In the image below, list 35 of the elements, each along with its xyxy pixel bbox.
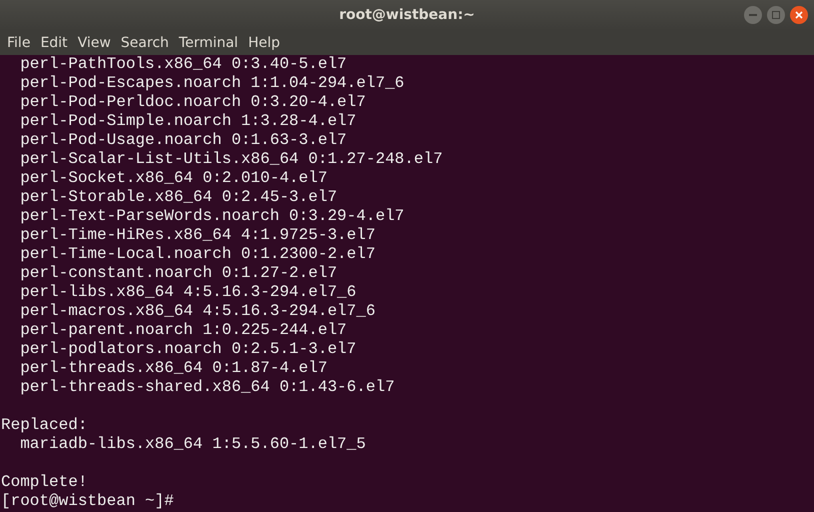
terminal-line: perl-Storable.x86_64 0:2.45-3.el7	[19, 188, 338, 207]
terminal-line: Replaced:	[1, 416, 88, 435]
maximize-icon	[772, 11, 780, 19]
terminal-line: perl-parent.noarch 1:0.225-244.el7	[19, 321, 348, 340]
close-button[interactable]	[790, 6, 808, 24]
terminal-line: perl-PathTools.x86_64 0:3.40-5.el7	[19, 55, 348, 74]
menu-item[interactable]: View	[72, 34, 116, 50]
minimize-icon	[749, 14, 757, 16]
terminal-line: Complete!	[1, 473, 88, 492]
menu-item[interactable]: Help	[243, 34, 285, 50]
terminal-line: perl-Pod-Escapes.noarch 1:1.04-294.el7_6	[19, 74, 406, 93]
terminal-line: perl-Socket.x86_64 0:2.010-4.el7	[19, 169, 328, 188]
terminal-line: perl-Pod-Usage.noarch 0:1.63-3.el7	[19, 131, 348, 150]
terminal-line: perl-Scalar-List-Utils.x86_64 0:1.27-248.el7	[19, 150, 444, 169]
menu-item[interactable]: File	[2, 34, 36, 50]
terminal-line: perl-macros.x86_64 4:5.16.3-294.el7_6	[19, 302, 376, 321]
terminal-line: perl-Pod-Perldoc.noarch 0:3.20-4.el7	[19, 93, 367, 112]
terminal-line: perl-constant.noarch 0:1.27-2.el7	[19, 264, 338, 283]
menu-item[interactable]: Edit	[35, 34, 73, 50]
menu-item[interactable]: Search	[116, 34, 174, 50]
maximize-button[interactable]	[767, 6, 785, 24]
terminal-line: mariadb-libs.x86_64 1:5.5.60-1.el7_5	[19, 435, 367, 454]
terminal-line: perl-Time-HiRes.x86_64 4:1.9725-3.el7	[19, 226, 376, 245]
terminal-line: perl-threads-shared.x86_64 0:1.43-6.el7	[19, 378, 396, 397]
menu-item[interactable]: Terminal	[174, 34, 244, 50]
minimize-button[interactable]	[744, 6, 762, 24]
terminal-line: perl-threads.x86_64 0:1.87-4.el7	[19, 359, 328, 378]
terminal-line: [root@wistbean ~]#	[1, 492, 175, 511]
terminal-line: perl-Pod-Simple.noarch 1:3.28-4.el7	[19, 112, 358, 131]
terminal-line: perl-Time-Local.noarch 0:1.2300-2.el7	[19, 245, 376, 264]
window-title: root@wistbean:~	[339, 7, 475, 23]
terminal-line: perl-Text-ParseWords.noarch 0:3.29-4.el7	[19, 207, 406, 226]
close-icon	[795, 11, 803, 19]
terminal-line: perl-podlators.noarch 0:2.5.1-3.el7	[19, 340, 358, 359]
terminal-line: perl-libs.x86_64 4:5.16.3-294.el7_6	[19, 283, 358, 302]
